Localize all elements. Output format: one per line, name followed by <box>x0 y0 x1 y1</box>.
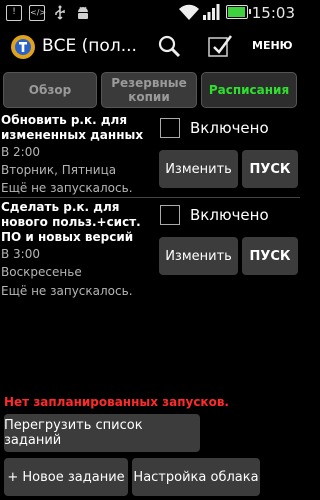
run-button[interactable]: ПУСК <box>242 237 298 275</box>
new-task-button[interactable]: + Новое задание <box>4 458 128 496</box>
schedule-status: Ещё не запускалось. <box>1 284 133 298</box>
no-runs-message: Нет запланированных запусков. <box>4 395 229 409</box>
status-bar: ! </> 15:03 <box>0 0 300 26</box>
signal-icon <box>203 4 220 20</box>
notification-icon: ! <box>6 5 22 21</box>
android-icon <box>78 6 88 19</box>
cloud-settings-button[interactable]: Настройка облака <box>132 458 260 496</box>
app-logo-icon[interactable] <box>10 34 36 60</box>
edit-button[interactable]: Изменить <box>159 150 238 188</box>
run-button[interactable]: ПУСК <box>242 150 298 188</box>
menu-button[interactable]: МЕНЮ <box>252 39 293 52</box>
schedule-status: Ещё не запускалось. <box>1 181 133 195</box>
edit-button[interactable]: Изменить <box>159 237 238 275</box>
enabled-checkbox[interactable] <box>160 205 180 225</box>
schedule-time: В 3:00 <box>1 247 40 261</box>
schedule-title: Обновить р.к. для измененных данных <box>1 113 144 142</box>
reload-tasks-button[interactable]: Перегрузить список заданий <box>4 414 200 452</box>
clock: 15:03 <box>251 4 295 22</box>
tab-bar: Обзор Резервные копии Расписания <box>0 68 300 112</box>
enabled-label[interactable]: Включено <box>190 119 269 137</box>
enabled-checkbox[interactable] <box>160 118 180 138</box>
battery-level <box>228 7 246 17</box>
action-bar: ВСЕ (пол... МЕНЮ <box>0 26 300 68</box>
tab-backups[interactable]: Резервные копии <box>101 72 197 108</box>
schedule-time: В 2:00 <box>1 145 40 159</box>
divider <box>0 197 300 198</box>
enabled-label[interactable]: Включено <box>190 206 269 224</box>
select-check-icon[interactable] <box>202 30 236 64</box>
schedule-days: Вторник, Пятница <box>1 163 117 177</box>
battery-icon <box>226 5 251 19</box>
usb-icon <box>55 5 65 20</box>
app-title[interactable]: ВСЕ (пол... <box>42 36 137 56</box>
code-icon: </> <box>29 5 46 21</box>
schedule-title: Сделать р.к. для нового польз.+сист. ПО … <box>1 200 141 244</box>
tab-schedules[interactable]: Расписания <box>201 72 297 108</box>
search-icon[interactable] <box>152 30 186 64</box>
tab-overview[interactable]: Обзор <box>3 72 97 108</box>
schedule-days: Воскресенье <box>1 265 82 279</box>
wifi-icon <box>179 4 199 20</box>
